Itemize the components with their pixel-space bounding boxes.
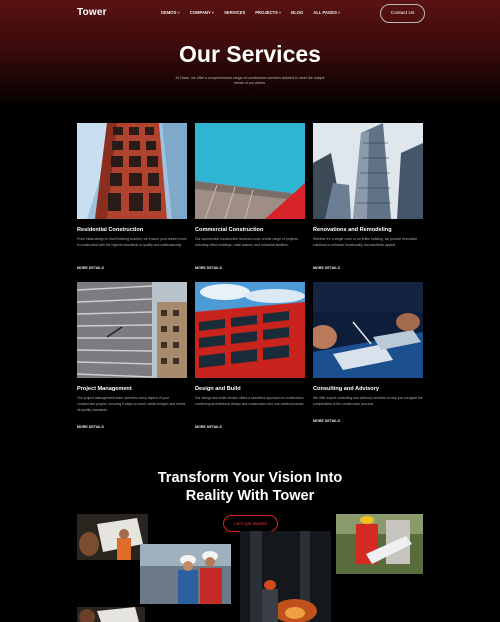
more-details-link[interactable]: MORE DETAILS bbox=[77, 425, 104, 429]
service-card-design-build: Design and Build Our design and build se… bbox=[195, 282, 305, 429]
service-description: Whether it's a single room or an entire … bbox=[313, 237, 418, 247]
commercial-building-image bbox=[195, 123, 305, 219]
service-title: Residential Construction bbox=[77, 227, 144, 233]
collage-photo-workers-blueprint bbox=[77, 514, 148, 560]
service-description: Our project management team oversees eve… bbox=[77, 396, 186, 412]
service-description: We offer expert consulting and advisory … bbox=[313, 396, 423, 406]
service-description: Our commercial construction services cov… bbox=[195, 237, 299, 247]
more-details-link[interactable]: MORE DETAILS bbox=[313, 266, 340, 270]
collage-photo-worker-bottom bbox=[77, 607, 145, 622]
service-title: Commercial Construction bbox=[195, 227, 264, 233]
more-details-link[interactable]: MORE DETAILS bbox=[313, 419, 340, 423]
nav-item-demos[interactable]: DEMOS˅ bbox=[161, 10, 180, 15]
page-subtitle: At Tower, we offer a comprehensive range… bbox=[175, 76, 325, 86]
cta-heading-line-1: Transform Your Vision Into bbox=[157, 470, 343, 486]
main-nav: DEMOS˅ COMPANY˅ SERVICES PROJECTS˅ BLOG … bbox=[161, 10, 350, 15]
service-description: From initial design to final finishing t… bbox=[77, 237, 187, 247]
nav-item-projects[interactable]: PROJECTS˅ bbox=[255, 10, 281, 15]
collage-photo-engineers-hardhats bbox=[140, 544, 231, 604]
red-facade-image bbox=[195, 282, 305, 378]
nav-item-blog[interactable]: BLOG bbox=[291, 10, 303, 15]
service-card-project-management: Project Management Our project managemen… bbox=[77, 282, 187, 429]
service-card-commercial: Commercial Construction Our commercial c… bbox=[195, 123, 305, 270]
service-title: Renovations and Remodeling bbox=[313, 227, 392, 233]
chevron-down-icon: ˅ bbox=[278, 10, 282, 15]
collage-photo-industrial-worker bbox=[240, 531, 331, 622]
nav-item-services[interactable]: SERVICES bbox=[224, 10, 245, 15]
cta-heading: Transform Your Vision Into Reality With … bbox=[0, 469, 500, 505]
chevron-down-icon: ˅ bbox=[177, 10, 180, 15]
contact-us-button[interactable]: Contact Us bbox=[380, 4, 425, 23]
service-title: Design and Build bbox=[195, 386, 241, 392]
meeting-documents-image bbox=[313, 282, 423, 378]
site-logo[interactable]: Tower bbox=[77, 7, 107, 18]
chevron-down-icon: ˅ bbox=[211, 10, 215, 15]
get-started-button[interactable]: Let's get started bbox=[223, 515, 278, 532]
more-details-link[interactable]: MORE DETAILS bbox=[195, 266, 222, 270]
chevron-down-icon: ˅ bbox=[337, 10, 341, 15]
nav-item-company[interactable]: COMPANY˅ bbox=[190, 10, 214, 15]
skyscrapers-image bbox=[313, 123, 423, 219]
service-card-consulting: Consulting and Advisory We offer expert … bbox=[313, 282, 423, 423]
service-title: Consulting and Advisory bbox=[313, 386, 379, 392]
apartment-building-image bbox=[77, 282, 187, 378]
nav-item-all-pages[interactable]: ALL PAGES˅ bbox=[313, 10, 340, 15]
service-card-renovations: Renovations and Remodeling Whether it's … bbox=[313, 123, 423, 270]
collage-photo-workers-plans bbox=[336, 514, 423, 574]
residential-building-image bbox=[77, 123, 187, 219]
service-card-residential: Residential Construction From initial de… bbox=[77, 123, 187, 270]
service-description: Our design and build service offers a se… bbox=[195, 396, 305, 406]
more-details-link[interactable]: MORE DETAILS bbox=[77, 266, 104, 270]
more-details-link[interactable]: MORE DETAILS bbox=[195, 425, 222, 429]
page-title: Our Services bbox=[179, 41, 321, 67]
service-title: Project Management bbox=[77, 386, 132, 392]
cta-heading-line-2: Reality With Tower bbox=[185, 488, 315, 504]
